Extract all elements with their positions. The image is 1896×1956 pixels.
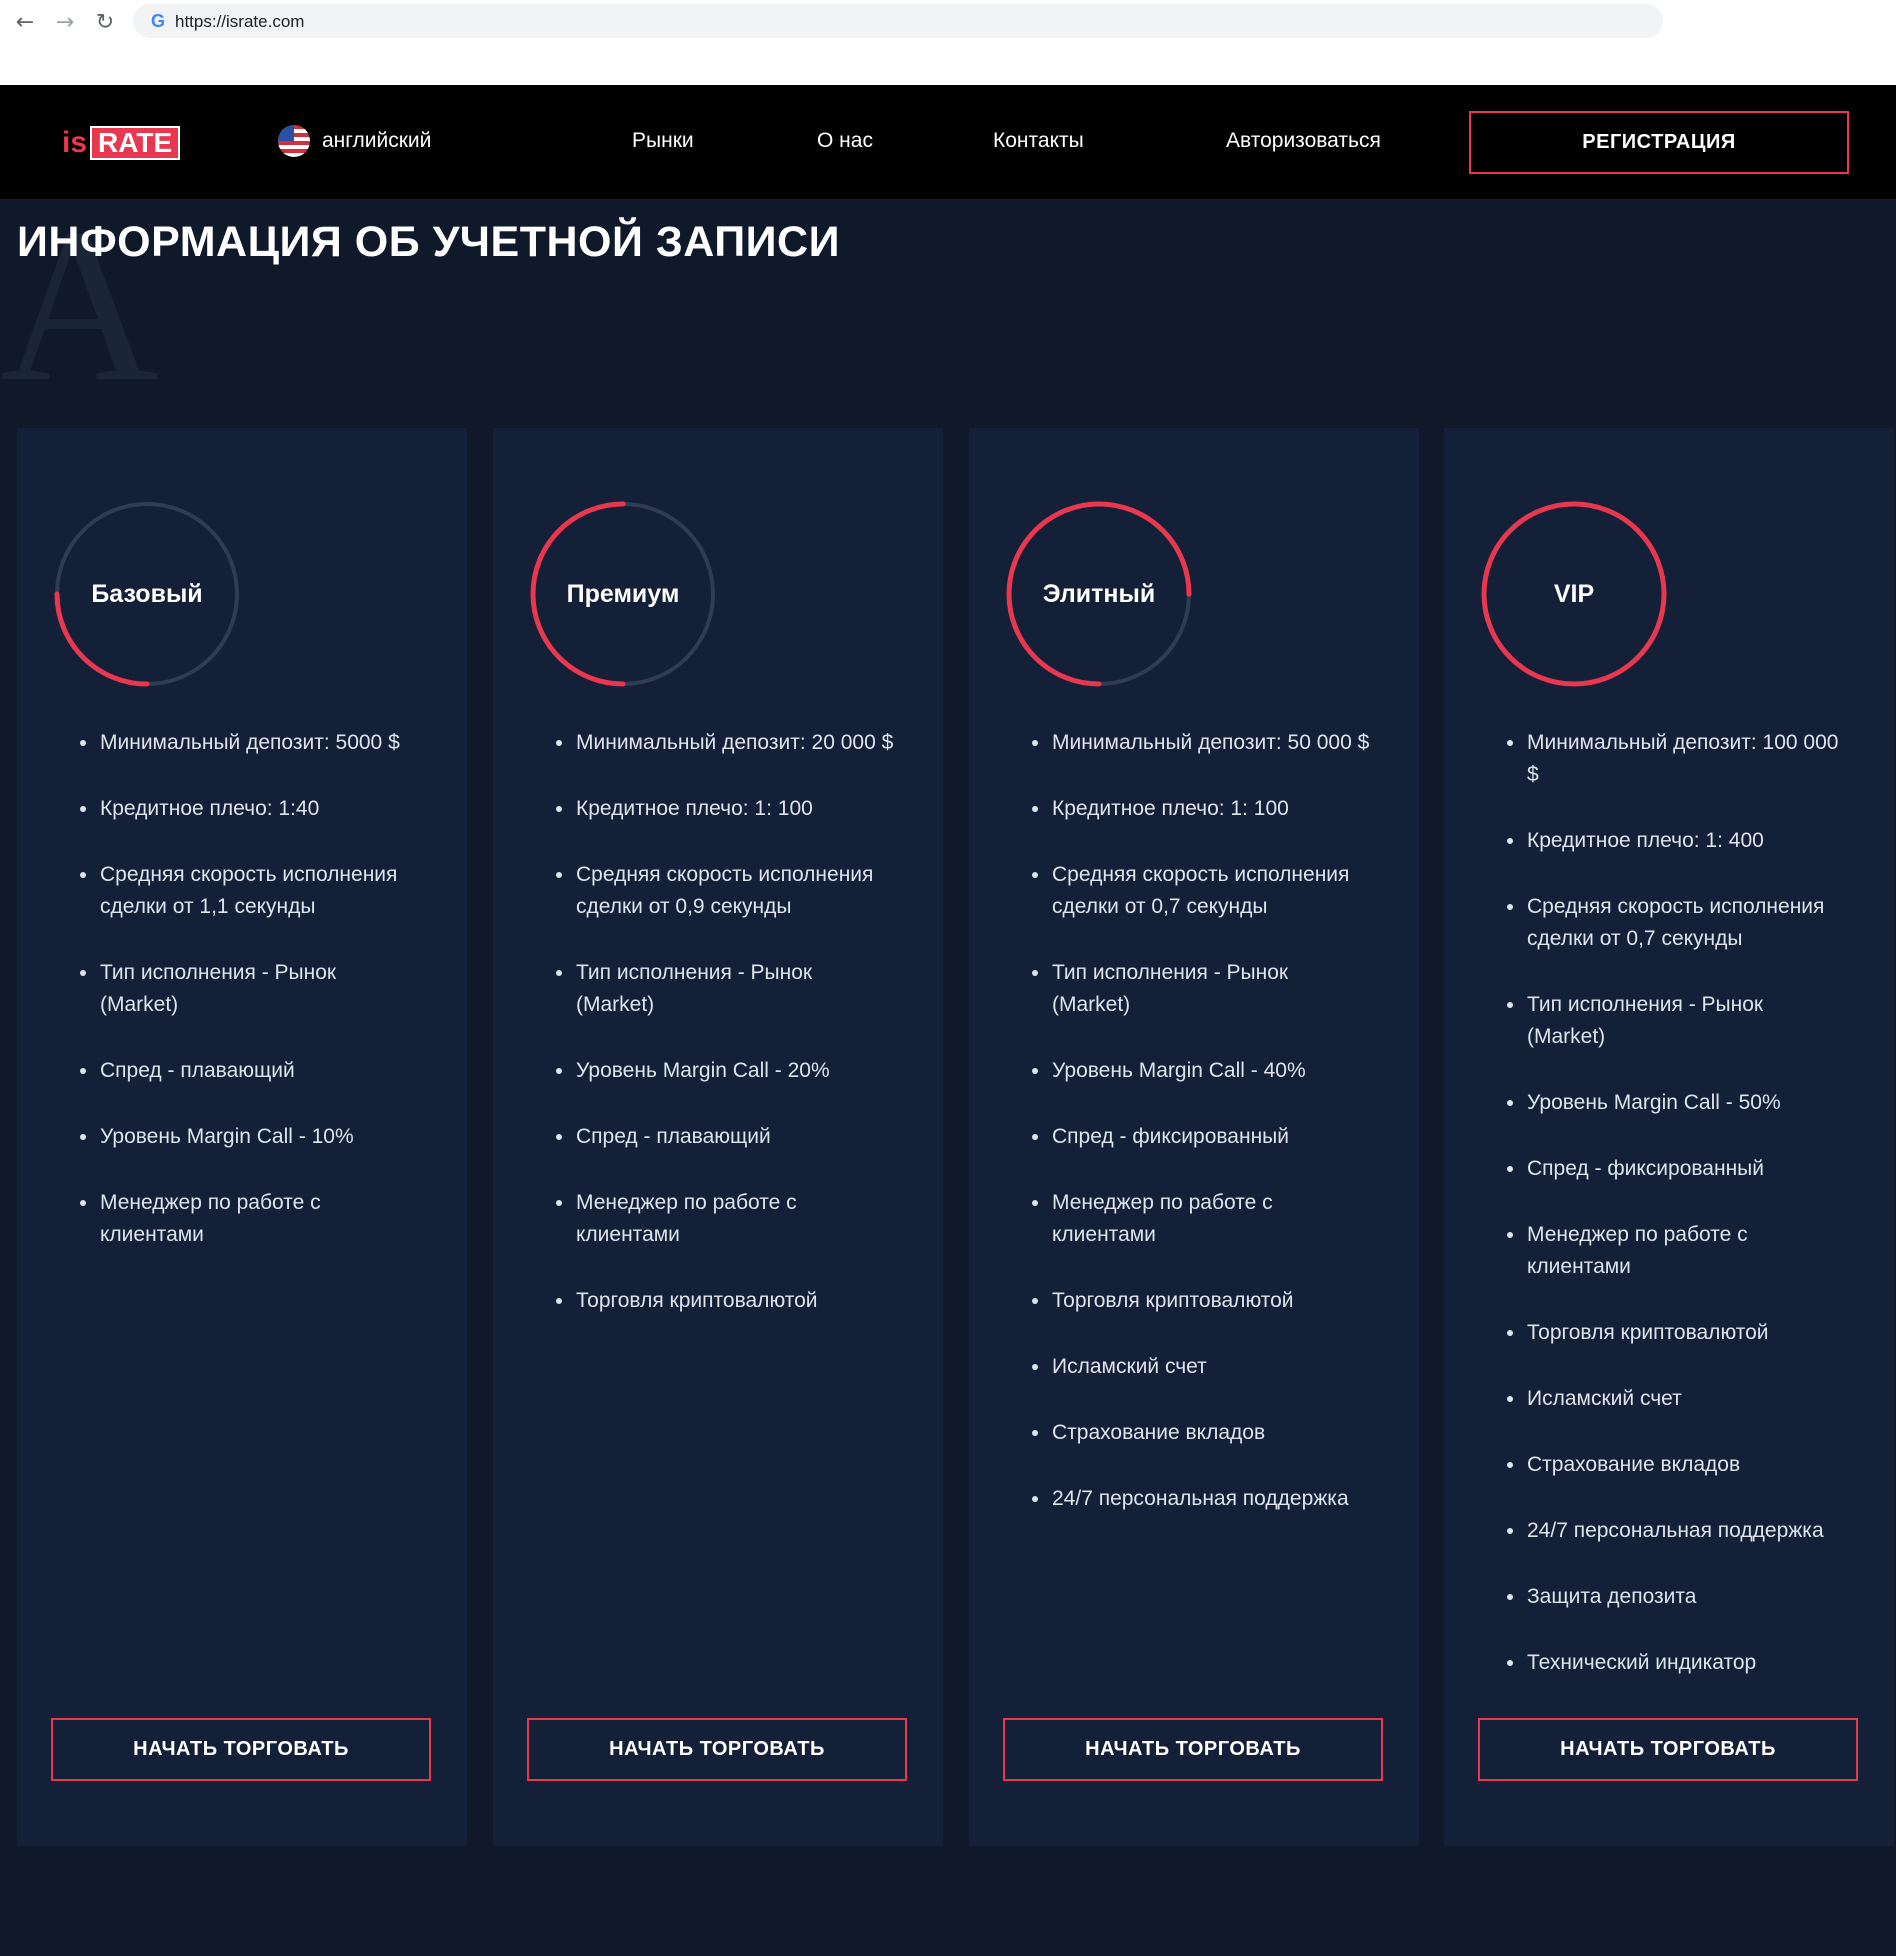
logo[interactable]: is RATE [62,125,181,161]
page-title: ИНФОРМАЦИЯ ОБ УЧЕТНОЙ ЗАПИСИ [17,218,841,266]
feature-item: Средняя скорость исполнения сделки от 1,… [80,859,420,923]
feature-item: Технический индикатор [1507,1647,1847,1679]
feature-item: Минимальный депозит: 50 000 $ [1032,727,1372,759]
feature-item: Спред - плавающий [80,1055,420,1087]
account-card-vip: VIP Минимальный депозит: 100 000 $ Кредитн… [1444,428,1894,1846]
back-arrow-icon[interactable]: ← [12,9,38,35]
feature-item: Торговля криптовалютой [556,1285,896,1317]
feature-item: Тип исполнения - Рынок (Market) [80,957,420,1021]
feature-item: Менеджер по работе с клиентами [556,1187,896,1251]
url-text[interactable]: https://israte.com [175,12,304,32]
feature-item: Средняя скорость исполнения сделки от 0,… [556,859,896,923]
language-selector[interactable]: английский [278,125,431,157]
level-ring: Элитный [1004,499,1194,689]
feature-item: Уровень Margin Call - 40% [1032,1055,1372,1087]
logo-rate: RATE [90,126,181,160]
start-trading-button[interactable]: НАЧАТЬ ТОРГОВАТЬ [51,1718,431,1781]
feature-item: Страхование вкладов [1507,1449,1847,1481]
account-type-name: VIP [1553,579,1595,608]
start-trading-button[interactable]: НАЧАТЬ ТОРГОВАТЬ [1478,1718,1858,1781]
feature-item: Тип исполнения - Рынок (Market) [1507,989,1847,1053]
feature-item: Кредитное плечо: 1: 100 [1032,793,1372,825]
nav-login[interactable]: Авторизоваться [1226,129,1381,153]
feature-item: Исламский счет [1507,1383,1847,1415]
account-type-name: Элитный [1042,579,1156,608]
feature-item: Уровень Margin Call - 50% [1507,1087,1847,1119]
start-trading-button[interactable]: НАЧАТЬ ТОРГОВАТЬ [527,1718,907,1781]
google-icon: G [150,10,165,31]
feature-item: Средняя скорость исполнения сделки от 0,… [1032,859,1372,923]
site-header: is RATE английский Рынки О нас Контакты … [0,85,1896,199]
feature-item: Спред - фиксированный [1032,1121,1372,1153]
feature-item: Средняя скорость исполнения сделки от 0,… [1507,891,1847,955]
feature-item: Минимальный депозит: 20 000 $ [556,727,896,759]
feature-item: 24/7 персональная поддержка [1507,1515,1847,1547]
level-ring: Премиум [528,499,718,689]
feature-item: Менеджер по работе с клиентами [80,1187,420,1251]
feature-item: Тип исполнения - Рынок (Market) [556,957,896,1021]
account-card-premium: Премиум Минимальный депозит: 20 000 $ Кред… [493,428,943,1846]
feature-list: Минимальный депозит: 100 000 $ Кредитное … [1507,727,1847,1713]
feature-item: Спред - плавающий [556,1121,896,1153]
feature-item: Минимальный депозит: 5000 $ [80,727,420,759]
logo-is: is [62,126,88,159]
feature-item: Торговля криптовалютой [1507,1317,1847,1349]
account-type-name: Базовый [91,579,203,608]
feature-list: Минимальный депозит: 5000 $ Кредитное пле… [80,727,420,1285]
account-type-name: Премиум [566,579,680,608]
language-label: английский [322,129,432,152]
us-flag-icon [278,125,310,157]
feature-item: Кредитное плечо: 1: 400 [1507,825,1847,857]
feature-item: Торговля криптовалютой [1032,1285,1372,1317]
reload-icon[interactable]: ↻ [92,9,118,35]
feature-item: Уровень Margin Call - 20% [556,1055,896,1087]
feature-item: Тип исполнения - Рынок (Market) [1032,957,1372,1021]
feature-item: Кредитное плечо: 1: 100 [556,793,896,825]
account-card-basic: Базовый Минимальный депозит: 5000 $ Кредит… [17,428,467,1846]
feature-list: Минимальный депозит: 50 000 $ Кредитное п… [1032,727,1372,1549]
feature-item: Страхование вкладов [1032,1417,1372,1449]
feature-item: Уровень Margin Call - 10% [80,1121,420,1153]
feature-item: Исламский счет [1032,1351,1372,1383]
level-ring: VIP [1479,499,1669,689]
nav-contacts[interactable]: Контакты [993,129,1084,153]
level-ring: Базовый [52,499,242,689]
feature-item: 24/7 персональная поддержка [1032,1483,1372,1515]
feature-item: Менеджер по работе с клиентами [1507,1219,1847,1283]
feature-item: Спред - фиксированный [1507,1153,1847,1185]
feature-list: Минимальный депозит: 20 000 $ Кредитное п… [556,727,896,1351]
feature-item: Минимальный депозит: 100 000 $ [1507,727,1847,791]
forward-arrow-icon[interactable]: → [52,9,78,35]
browser-toolbar: ← → ↻ G https://israte.com [0,0,1896,85]
account-card-elite: Элитный Минимальный депозит: 50 000 $ Кред… [969,428,1419,1846]
start-trading-button[interactable]: НАЧАТЬ ТОРГОВАТЬ [1003,1718,1383,1781]
feature-item: Менеджер по работе с клиентами [1032,1187,1372,1251]
feature-item: Защита депозита [1507,1581,1847,1613]
feature-item: Кредитное плечо: 1:40 [80,793,420,825]
register-button[interactable]: РЕГИСТРАЦИЯ [1469,111,1849,174]
nav-about[interactable]: О нас [817,129,873,153]
nav-markets[interactable]: Рынки [632,129,694,153]
address-bar[interactable]: G https://israte.com [133,4,1663,38]
